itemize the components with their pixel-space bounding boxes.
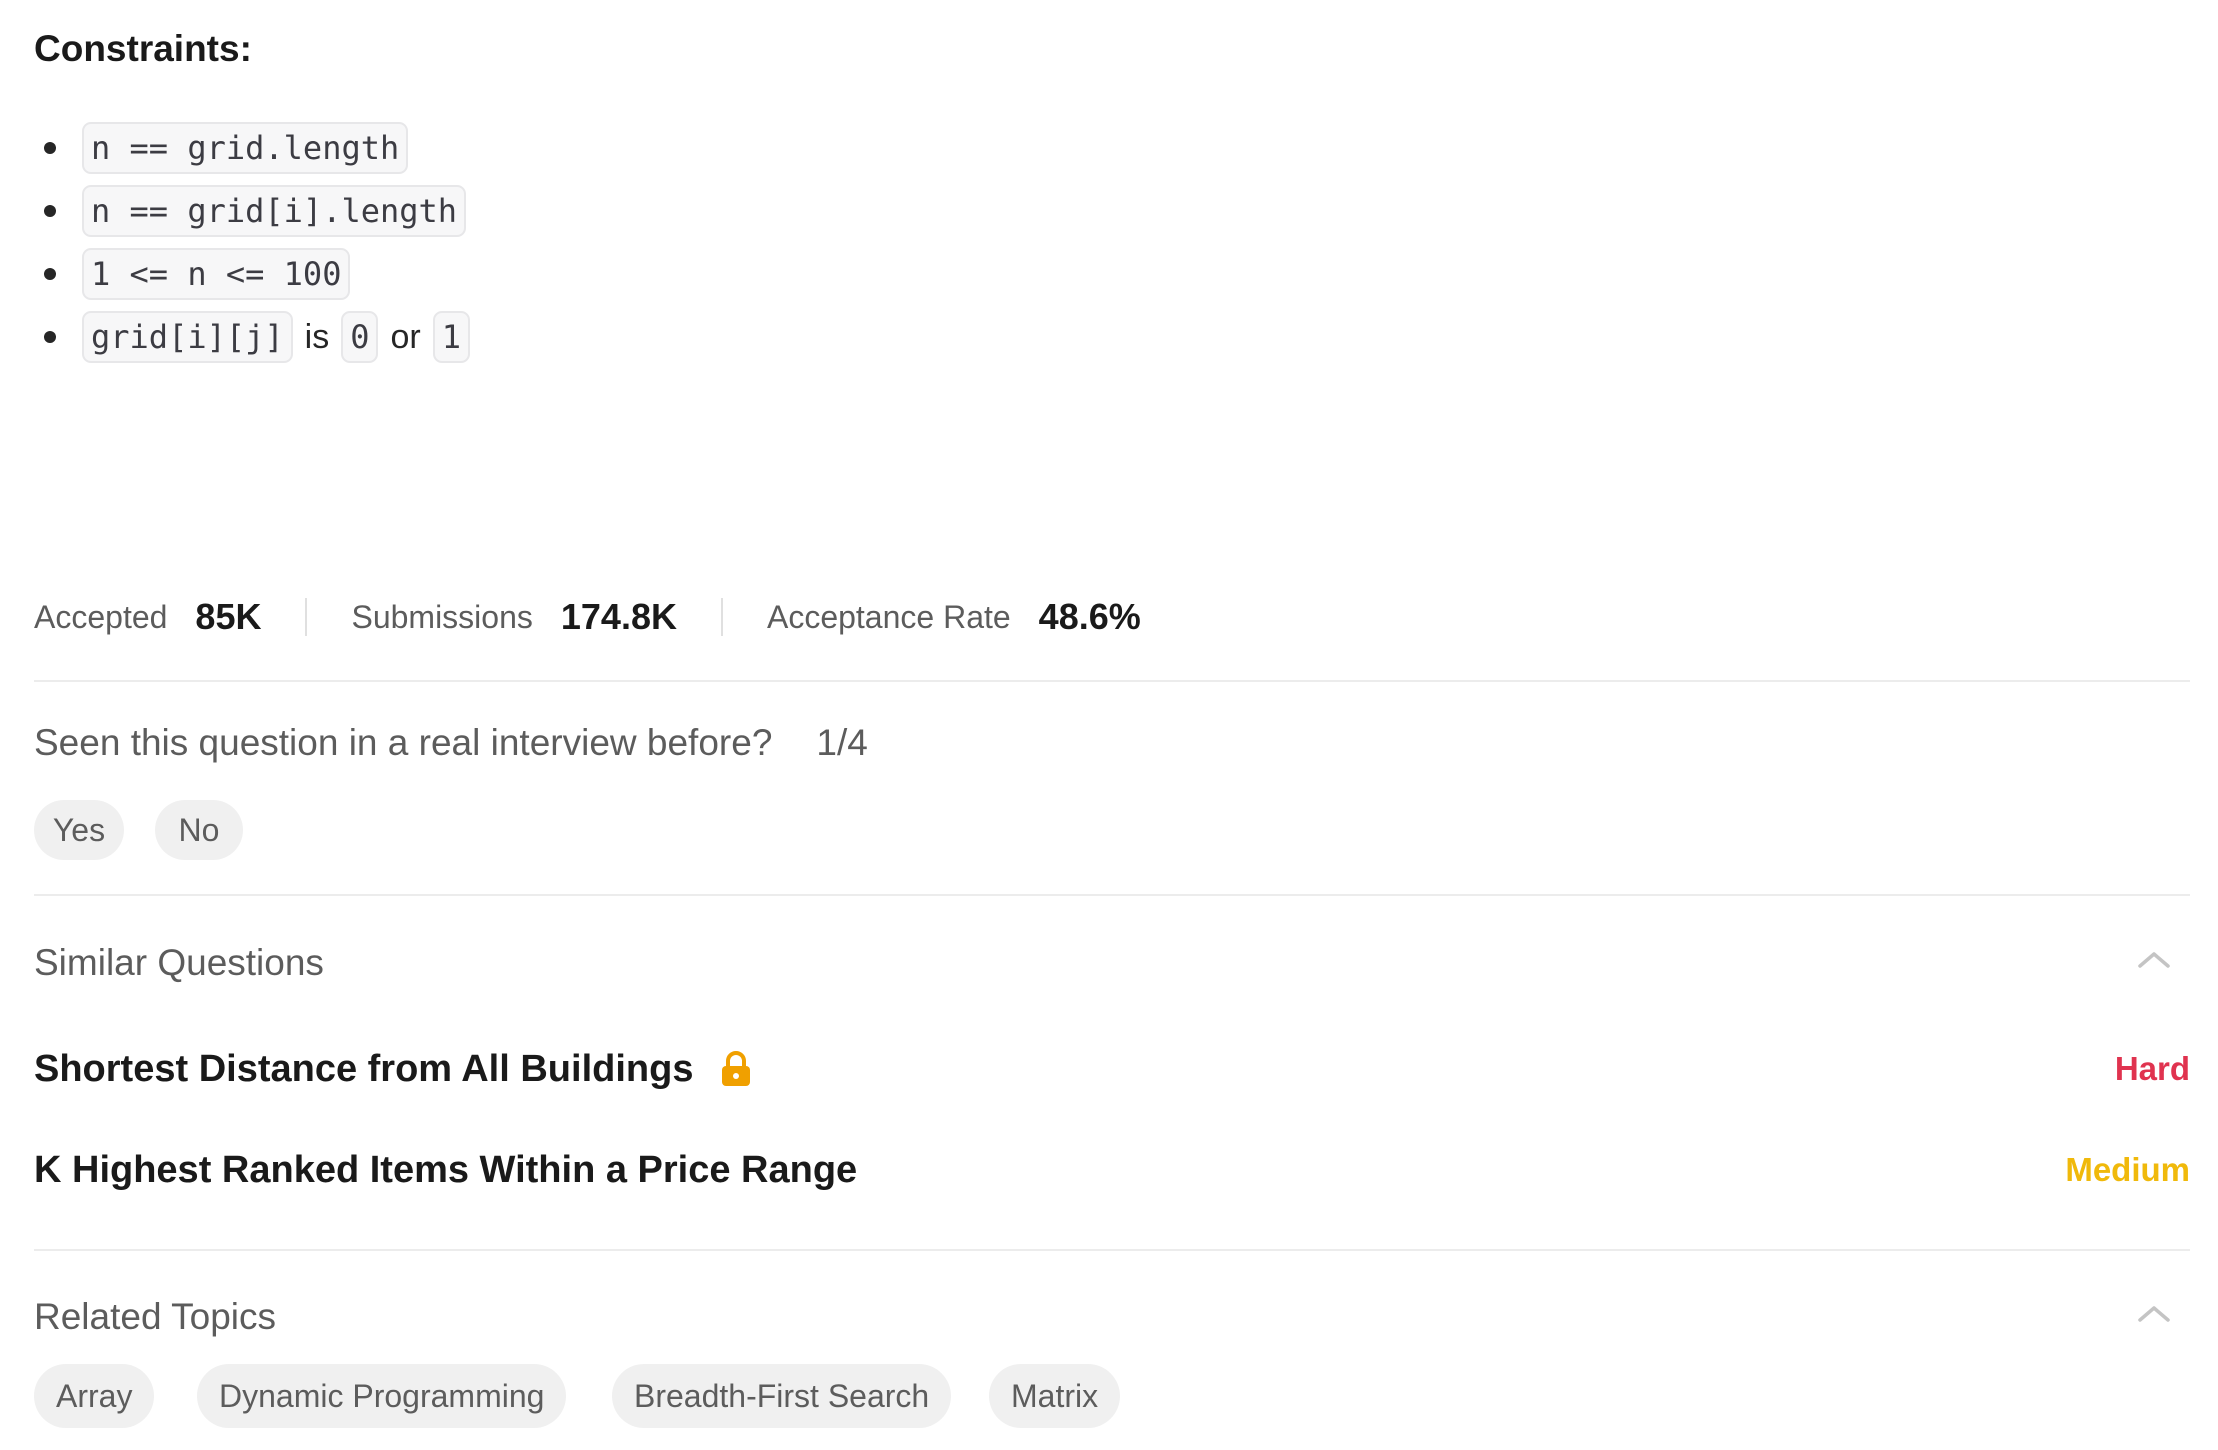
accepted-label: Accepted xyxy=(34,598,168,635)
chevron-up-icon[interactable] xyxy=(2136,1296,2172,1332)
acceptance-rate-label: Acceptance Rate xyxy=(766,598,1011,635)
constraint-item: 1 <= n <= 100 xyxy=(34,244,351,304)
stat-separator xyxy=(305,598,308,636)
bullet-dot xyxy=(44,331,56,343)
constraint-text: or xyxy=(390,317,421,356)
difficulty-badge: Medium xyxy=(2065,1151,2190,1188)
topic-tag[interactable]: Breadth-First Search xyxy=(612,1364,952,1428)
similar-question-item[interactable]: Shortest Distance from All Buildings Har… xyxy=(34,1039,2190,1099)
interview-count: 1/4 xyxy=(816,722,868,763)
chevron-up-icon[interactable] xyxy=(2136,942,2172,978)
divider xyxy=(34,894,2190,896)
constraint-item: n == grid[i].length xyxy=(34,181,467,241)
similar-question-name[interactable]: Shortest Distance from All Buildings xyxy=(34,1048,693,1091)
lock-icon xyxy=(719,1051,753,1087)
topic-tag[interactable]: Matrix xyxy=(989,1364,1121,1428)
inline-code: 1 xyxy=(432,311,470,363)
stat-separator xyxy=(720,598,723,636)
divider xyxy=(34,680,2190,682)
constraint-text: is xyxy=(304,317,330,356)
similar-question-name[interactable]: K Highest Ranked Items Within a Price Ra… xyxy=(34,1149,857,1192)
divider xyxy=(34,1249,2190,1251)
difficulty-badge: Hard xyxy=(2114,1050,2190,1087)
inline-code: n == grid.length xyxy=(82,122,409,174)
similar-question-title[interactable]: K Highest Ranked Items Within a Price Ra… xyxy=(34,1149,857,1192)
similar-question-title[interactable]: Shortest Distance from All Buildings xyxy=(34,1048,753,1091)
constraint-item: grid[i][j] is 0 or 1 xyxy=(34,307,470,367)
constraints-heading: Constraints: xyxy=(34,28,252,69)
related-topics-title[interactable]: Related Topics xyxy=(34,1296,276,1338)
inline-code: 0 xyxy=(341,311,379,363)
submission-stats: Accepted 85K Submissions 174.8K Acceptan… xyxy=(34,592,1141,642)
interview-question-text: Seen this question in a real interview b… xyxy=(34,722,773,763)
similar-questions-title[interactable]: Similar Questions xyxy=(34,942,324,984)
inline-code: 1 <= n <= 100 xyxy=(82,248,351,300)
bullet-dot xyxy=(44,142,56,154)
constraint-item: n == grid.length xyxy=(34,118,409,178)
interview-question: Seen this question in a real interview b… xyxy=(34,722,868,764)
no-button[interactable]: No xyxy=(155,800,243,860)
inline-code: n == grid[i].length xyxy=(82,185,467,237)
acceptance-rate-value: 48.6% xyxy=(1038,596,1141,637)
accepted-value: 85K xyxy=(195,596,262,637)
yes-button[interactable]: Yes xyxy=(34,800,124,860)
inline-code: grid[i][j] xyxy=(82,311,293,363)
topic-tag[interactable]: Dynamic Programming xyxy=(197,1364,567,1428)
submissions-value: 174.8K xyxy=(560,596,677,637)
topic-tag[interactable]: Array xyxy=(34,1364,155,1428)
submissions-label: Submissions xyxy=(351,598,533,635)
bullet-dot xyxy=(44,205,56,217)
bullet-dot xyxy=(44,268,56,280)
similar-question-item[interactable]: K Highest Ranked Items Within a Price Ra… xyxy=(34,1140,2190,1200)
